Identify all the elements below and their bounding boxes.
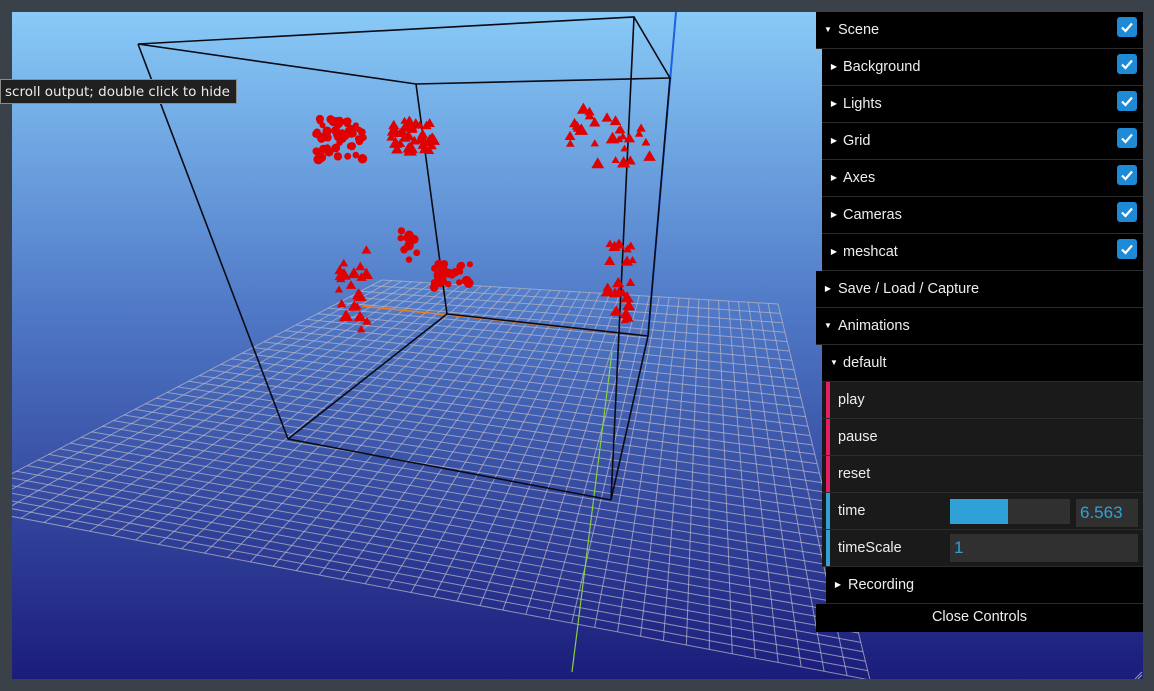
chevron-right-icon: ▶ (830, 99, 838, 108)
chevron-right-icon: ▶ (830, 62, 838, 71)
red-sphere (397, 227, 406, 235)
folder-background[interactable]: ▶ Background (822, 49, 1143, 86)
lights-visible-checkbox[interactable] (1117, 91, 1137, 111)
red-sphere (437, 273, 447, 282)
red-sphere (316, 117, 324, 125)
red-sphere (406, 238, 414, 246)
red-sphere (342, 117, 350, 126)
folder-default[interactable]: ▼ default (822, 345, 1143, 382)
chevron-down-icon: ▼ (824, 321, 832, 330)
button-marker (826, 456, 830, 492)
red-sphere (456, 279, 463, 286)
folder-background-label: Background (843, 59, 921, 75)
play-label: play (838, 392, 865, 408)
chevron-right-icon: ▶ (834, 580, 842, 589)
folder-meshcat-label: meshcat (843, 244, 898, 260)
red-sphere (317, 135, 326, 143)
red-sphere (462, 276, 469, 283)
folder-lights[interactable]: ▶ Lights (822, 86, 1143, 123)
red-sphere (346, 128, 357, 138)
resize-handle-icon[interactable] (1134, 671, 1143, 679)
red-sphere (317, 153, 327, 162)
button-marker (826, 419, 830, 455)
reset-button[interactable]: reset (822, 456, 1143, 493)
button-marker (826, 382, 830, 418)
pause-button[interactable]: pause (822, 419, 1143, 456)
folder-meshcat[interactable]: ▶ meshcat (822, 234, 1143, 271)
folder-grid[interactable]: ▶ Grid (822, 123, 1143, 160)
red-sphere (319, 144, 328, 154)
chevron-right-icon: ▶ (830, 136, 838, 145)
red-sphere (400, 245, 408, 254)
folder-save-load-label: Save / Load / Capture (838, 281, 980, 297)
chevron-down-icon: ▼ (824, 25, 832, 34)
chevron-right-icon: ▶ (830, 173, 838, 182)
red-sphere (312, 147, 321, 156)
red-sphere (333, 152, 343, 161)
controls-panel[interactable]: ▼ Scene ▶ Background ▶ Lights ▶ Grid ▶ A… (816, 12, 1143, 632)
folder-grid-label: Grid (843, 133, 871, 149)
red-sphere (352, 151, 360, 159)
chevron-right-icon: ▶ (830, 247, 838, 256)
red-sphere (357, 154, 368, 164)
red-sphere (450, 268, 460, 277)
time-label: time (838, 503, 866, 519)
folder-animations-label: Animations (838, 318, 910, 334)
red-sphere (413, 249, 421, 257)
folder-axes[interactable]: ▶ Axes (822, 160, 1143, 197)
red-sphere (355, 137, 364, 146)
red-sphere (333, 130, 342, 139)
red-sphere (397, 234, 404, 242)
red-sphere (404, 230, 414, 240)
folder-animations[interactable]: ▼ Animations (816, 308, 1143, 345)
red-sphere (346, 142, 354, 150)
timescale-label: timeScale (838, 540, 902, 556)
folder-scene[interactable]: ▼ Scene (816, 12, 1143, 49)
cameras-visible-checkbox[interactable] (1117, 202, 1137, 222)
folder-recording-label: Recording (848, 577, 915, 593)
timescale-control: timeScale 1 (822, 530, 1143, 567)
output-tooltip: scroll output; double click to hide (0, 79, 237, 104)
background-visible-checkbox[interactable] (1117, 54, 1137, 74)
meshcat-visible-checkbox[interactable] (1117, 239, 1137, 259)
folder-lights-label: Lights (843, 96, 882, 112)
time-control: time 6.563 (822, 493, 1143, 530)
number-marker (826, 530, 830, 566)
folder-recording[interactable]: ▶ Recording (826, 567, 1143, 604)
red-sphere (352, 122, 359, 129)
folder-cameras[interactable]: ▶ Cameras (822, 197, 1143, 234)
folder-default-label: default (843, 355, 887, 371)
axes-visible-checkbox[interactable] (1117, 165, 1137, 185)
red-sphere (445, 280, 452, 288)
folder-cameras-label: Cameras (843, 207, 902, 223)
red-sphere (457, 261, 466, 270)
red-sphere (429, 283, 439, 292)
pause-label: pause (838, 429, 878, 445)
chevron-right-icon: ▶ (830, 210, 838, 219)
folder-save-load-capture[interactable]: ▶ Save / Load / Capture (816, 271, 1143, 308)
red-sphere (326, 115, 335, 124)
reset-label: reset (838, 466, 871, 482)
number-marker (826, 493, 830, 529)
scene-visible-checkbox[interactable] (1117, 17, 1137, 37)
folder-scene-label: Scene (838, 22, 880, 38)
folder-axes-label: Axes (843, 170, 876, 186)
red-sphere (466, 261, 473, 268)
close-controls-button[interactable]: Close Controls (816, 604, 1143, 632)
red-sphere (405, 256, 413, 263)
time-slider[interactable] (950, 499, 1070, 524)
grid-visible-checkbox[interactable] (1117, 128, 1137, 148)
time-value-input[interactable]: 6.563 (1076, 499, 1138, 527)
red-sphere (431, 264, 439, 272)
chevron-right-icon: ▶ (824, 284, 832, 293)
time-slider-fill (950, 499, 1008, 524)
timescale-value-input[interactable]: 1 (950, 534, 1138, 562)
red-sphere (344, 152, 352, 160)
chevron-down-icon: ▼ (830, 358, 838, 367)
play-button[interactable]: play (822, 382, 1143, 419)
